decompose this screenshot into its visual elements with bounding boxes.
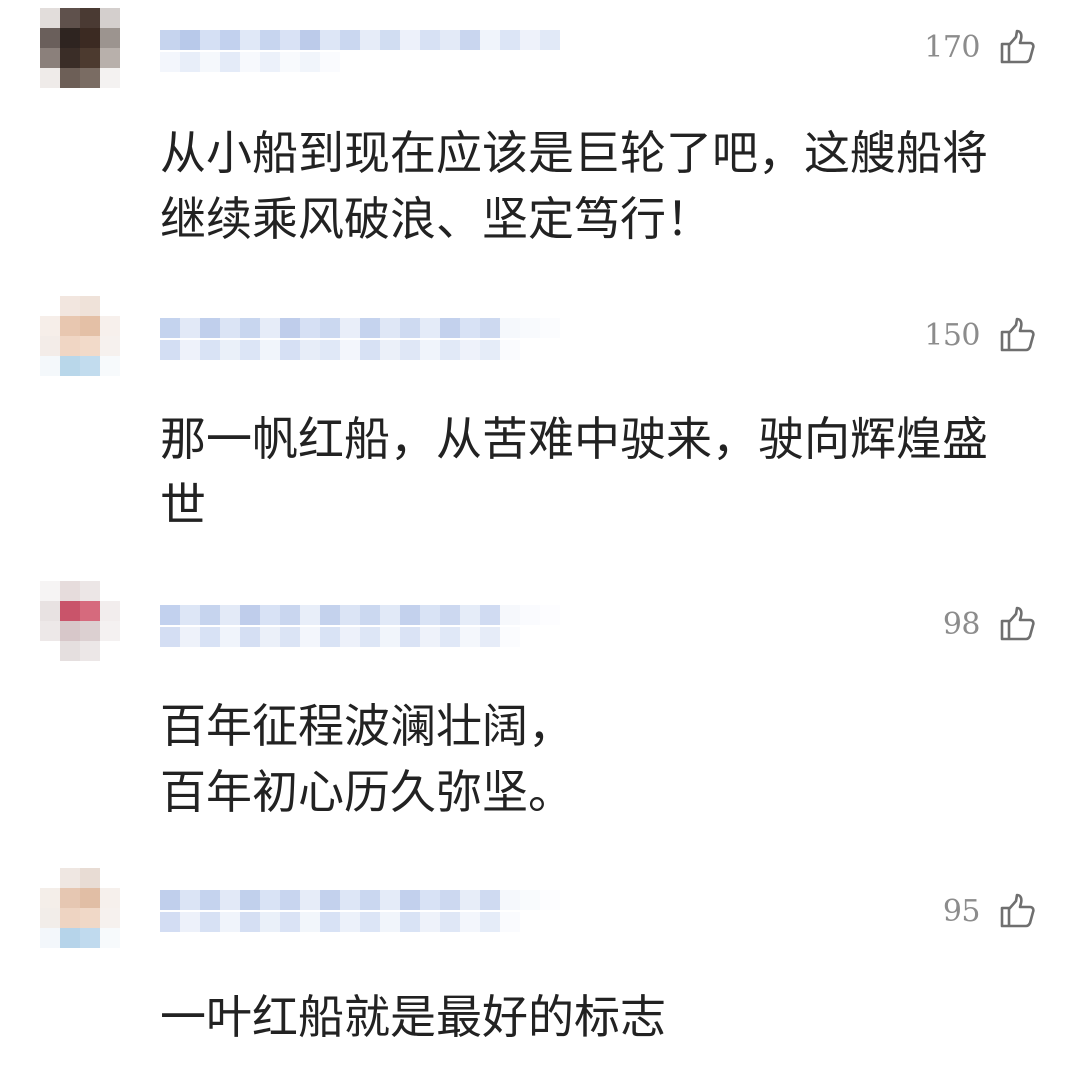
like-area[interactable]: 95	[943, 892, 1036, 930]
avatar[interactable]	[40, 581, 120, 661]
comment-text: 那一帆红船，从苦难中驶来，驶向辉煌盛 世	[160, 412, 988, 532]
like-area[interactable]: 150	[924, 316, 1036, 354]
username-blurred[interactable]	[160, 605, 560, 649]
thumbs-up-icon[interactable]	[998, 605, 1036, 643]
like-area[interactable]: 98	[943, 605, 1036, 643]
username-blurred[interactable]	[160, 318, 560, 362]
comment-text: 百年征程波澜壮阔， 百年初心历久弥坚。	[160, 699, 574, 819]
comment-text: 从小船到现在应该是巨轮了吧，这艘船将 继续乘风破浪、坚定笃行！	[160, 126, 988, 246]
avatar[interactable]	[40, 868, 120, 948]
username-blurred[interactable]	[160, 30, 560, 74]
like-count: 95	[942, 893, 981, 929]
avatar[interactable]	[40, 296, 120, 376]
thumbs-up-icon[interactable]	[998, 316, 1036, 354]
username-blurred[interactable]	[160, 890, 560, 934]
thumbs-up-icon[interactable]	[998, 892, 1036, 930]
comment-text: 一叶红船就是最好的标志	[160, 990, 666, 1044]
like-count: 170	[924, 29, 980, 65]
like-count: 98	[942, 606, 981, 642]
like-count: 150	[924, 317, 980, 353]
thumbs-up-icon[interactable]	[998, 28, 1036, 66]
like-area[interactable]: 170	[924, 28, 1036, 66]
avatar[interactable]	[40, 8, 120, 88]
